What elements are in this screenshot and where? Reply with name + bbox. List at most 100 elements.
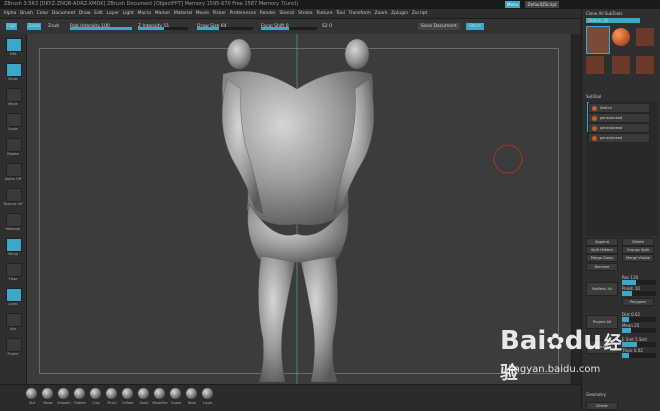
menu-item-document[interactable]: Document xyxy=(52,9,75,18)
shelf-button-scale[interactable] xyxy=(6,113,22,127)
menu-item-light[interactable]: Light xyxy=(123,9,134,18)
subtool-item-2[interactable]: genesishead xyxy=(588,123,650,133)
rgb-intensity-slider[interactable] xyxy=(70,27,132,30)
merge-down-button[interactable]: Merge Down xyxy=(586,254,618,262)
document-canvas[interactable] xyxy=(27,34,571,384)
menu-toggle-button[interactable]: Menu xyxy=(505,1,520,8)
polish-slider[interactable] xyxy=(622,291,656,296)
remesh-all-button[interactable]: ReMesh All xyxy=(586,282,618,296)
shelf-button-xyz[interactable] xyxy=(6,313,22,327)
menu-item-color[interactable]: Color xyxy=(37,9,49,18)
z-intensity-slider[interactable] xyxy=(138,27,188,30)
shelf-button-move[interactable] xyxy=(6,88,22,102)
brush-label: Std xyxy=(29,401,35,405)
mean-slider[interactable] xyxy=(622,328,656,333)
brush-label: Zadd xyxy=(139,401,149,405)
menu-item-material[interactable]: Material xyxy=(174,9,192,18)
focal-shift-slider[interactable] xyxy=(261,27,317,30)
tool-thumb-sphere[interactable] xyxy=(612,28,630,46)
tool-thumbnails[interactable] xyxy=(586,26,658,86)
subtool-label: genesishead xyxy=(600,136,623,140)
human-figure-model[interactable] xyxy=(221,38,375,383)
menu-item-texture[interactable]: Texture xyxy=(316,9,332,18)
shelf-button-local[interactable] xyxy=(6,288,22,302)
tool-thumb-sketch[interactable] xyxy=(586,26,610,54)
shelf-button-draw[interactable] xyxy=(6,63,22,77)
shelf-button-texture-off[interactable] xyxy=(6,188,22,202)
menu-item-layer[interactable]: Layer xyxy=(107,9,120,18)
tool-name-slider[interactable]: Sketch_50 xyxy=(586,18,640,23)
polygons-button[interactable]: Polygons xyxy=(622,298,654,306)
menu-item-marker[interactable]: Marker xyxy=(155,9,171,18)
groups-split-button[interactable]: Groups Split xyxy=(622,246,654,254)
brush-label: Flatten xyxy=(73,401,87,405)
res-slider[interactable] xyxy=(622,280,656,285)
clone-subtools-header[interactable]: Clone All SubTools xyxy=(586,11,622,16)
tool-thumb-genesis3[interactable] xyxy=(612,56,630,74)
thick-slider[interactable] xyxy=(622,353,656,358)
menu-item-draw[interactable]: Draw xyxy=(79,9,91,18)
brush-inflate[interactable] xyxy=(122,388,133,399)
shelf-button-frame[interactable] xyxy=(6,338,22,352)
shelf-button-edit[interactable] xyxy=(6,38,22,52)
menu-item-stroke[interactable]: Stroke xyxy=(298,9,312,18)
menu-item-movie[interactable]: Movie xyxy=(196,9,209,18)
brush-snake[interactable] xyxy=(170,388,181,399)
shelf-button-material[interactable] xyxy=(6,213,22,227)
menu-item-render[interactable]: Render xyxy=(260,9,276,18)
menu-item-zscript[interactable]: Zscript xyxy=(412,9,428,18)
dist-slider[interactable] xyxy=(622,317,656,322)
default-zscript-button[interactable]: DefaultZScript xyxy=(525,1,559,8)
brush-move[interactable] xyxy=(42,388,53,399)
split-hidden-button[interactable]: Split Hidden xyxy=(586,246,618,254)
brush-smooth[interactable] xyxy=(58,388,69,399)
menu-item-transform[interactable]: Transform xyxy=(349,9,371,18)
brush-zadd[interactable] xyxy=(138,388,149,399)
tool-thumb-genesis3b[interactable] xyxy=(586,56,604,74)
model-viewport[interactable] xyxy=(27,34,571,384)
shelf-button-rotate[interactable] xyxy=(6,138,22,152)
subtool-item-0[interactable]: Sketch xyxy=(588,103,650,113)
rgb-button[interactable]: Rgb xyxy=(6,23,17,30)
shelf-label: Rotate xyxy=(7,152,19,156)
menu-item-preferences[interactable]: Preferences xyxy=(230,9,256,18)
rename-button[interactable]: Rename xyxy=(586,263,618,271)
menu-item-zoom[interactable]: Zoom xyxy=(375,9,388,18)
menu-item-edit[interactable]: Edit xyxy=(94,9,103,18)
subtool-item-1[interactable]: genesishead xyxy=(588,113,650,123)
menu-item-picker[interactable]: Picker xyxy=(213,9,226,18)
shelf-label: Alpha Off xyxy=(4,177,22,181)
divide-button[interactable]: Divide xyxy=(586,402,618,410)
delete-button[interactable]: Delete xyxy=(622,238,654,246)
menu-item-zplugin[interactable]: Zplugin xyxy=(391,9,408,18)
shelf-button-floor[interactable] xyxy=(6,263,22,277)
store-button[interactable]: Store xyxy=(466,23,484,30)
brush-flatten[interactable] xyxy=(74,388,85,399)
merge-visible-button[interactable]: Merge Visible xyxy=(622,254,654,262)
save-document-button[interactable]: Save Document xyxy=(418,23,460,30)
subtool-title[interactable]: SubTool xyxy=(586,94,601,99)
draw-size-slider[interactable] xyxy=(197,27,253,30)
brush-blob[interactable] xyxy=(186,388,197,399)
shelf-button-persp[interactable] xyxy=(6,238,22,252)
e-smt-slider[interactable] xyxy=(622,342,656,347)
title-text: ZBrush 3.5R3 [DKYZ-ZNQB-ADRZ-XMDK] ZBrus… xyxy=(4,1,299,7)
brush-pinch[interactable] xyxy=(106,388,117,399)
shelf-button-alpha-off[interactable] xyxy=(6,163,22,177)
tool-thumb-genesis3-pm3d[interactable] xyxy=(636,56,654,74)
subtool-item-3[interactable]: genesishead xyxy=(588,133,650,143)
menu-item-tool[interactable]: Tool xyxy=(336,9,345,18)
menu-item-brush[interactable]: Brush xyxy=(20,9,33,18)
brush-clay[interactable] xyxy=(90,388,101,399)
brush-maskpen[interactable] xyxy=(154,388,165,399)
menu-item-alpha[interactable]: Alpha xyxy=(4,9,17,18)
menu-item-macro[interactable]: Macro xyxy=(137,9,151,18)
zadd-button[interactable]: Zadd xyxy=(27,23,41,30)
append-button[interactable]: Append xyxy=(586,238,618,246)
menu-item-stencil[interactable]: Stencil xyxy=(279,9,294,18)
brush-std[interactable] xyxy=(26,388,37,399)
zsub-button[interactable]: Zsub xyxy=(48,23,59,30)
shelf-label: Scale xyxy=(8,127,18,131)
tool-thumb-polymesh[interactable] xyxy=(636,28,654,46)
brush-layer[interactable] xyxy=(202,388,213,399)
